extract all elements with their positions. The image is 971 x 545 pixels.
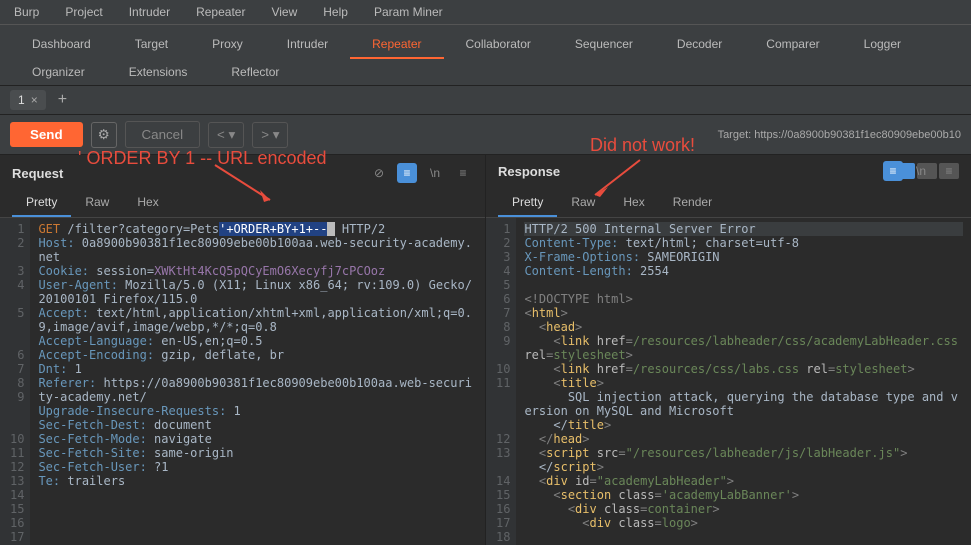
tab-extensions[interactable]: Extensions: [107, 59, 210, 85]
target-label: Target: https://0a8900b90381f1ec80909ebe…: [718, 129, 961, 141]
menu-help[interactable]: Help: [319, 2, 352, 22]
forward-button[interactable]: > ▾: [252, 122, 288, 148]
response-gutter: 123456789101112131415161718: [486, 218, 516, 545]
request-gutter: 1234567891011121314151617: [0, 218, 30, 545]
tab-collaborator[interactable]: Collaborator: [444, 31, 553, 59]
tab-logger[interactable]: Logger: [842, 31, 923, 59]
response-view-tabs: Pretty Raw Hex Render: [486, 189, 971, 218]
repeater-tab-1[interactable]: 1 ×: [10, 90, 46, 110]
repeater-subtabs: 1 × +: [0, 86, 971, 115]
request-pane: Request ⊘ ≡ \n ≡ Pretty Raw Hex 12345678…: [0, 155, 486, 545]
newline-icon[interactable]: \n: [911, 161, 931, 181]
tab-comparer[interactable]: Comparer: [744, 31, 841, 59]
menubar: Burp Project Intruder Repeater View Help…: [0, 0, 971, 25]
request-tab-pretty[interactable]: Pretty: [12, 189, 71, 217]
menu-project[interactable]: Project: [61, 2, 106, 22]
response-editor[interactable]: 123456789101112131415161718 HTTP/2 500 I…: [486, 218, 971, 545]
response-tab-hex[interactable]: Hex: [609, 189, 658, 217]
response-tab-render[interactable]: Render: [659, 189, 726, 217]
send-button[interactable]: Send: [10, 122, 83, 147]
response-tab-raw[interactable]: Raw: [557, 189, 609, 217]
menu-icon[interactable]: ≡: [453, 163, 473, 183]
response-tab-pretty[interactable]: Pretty: [498, 189, 557, 217]
menu-param-miner[interactable]: Param Miner: [370, 2, 447, 22]
request-title: Request: [12, 166, 63, 181]
request-code[interactable]: GET /filter?category=Pets'+ORDER+BY+1+--…: [30, 218, 485, 545]
main-tabbar: Dashboard Target Proxy Intruder Repeater…: [0, 25, 971, 86]
response-pane: Response ≡ \n ≡ Pretty Raw Hex Render 12…: [486, 155, 971, 545]
tab-dashboard[interactable]: Dashboard: [10, 31, 113, 59]
tab-target[interactable]: Target: [113, 31, 190, 59]
gear-icon[interactable]: ⚙: [91, 122, 117, 148]
equals-icon[interactable]: ≡: [397, 163, 417, 183]
tab-repeater[interactable]: Repeater: [350, 31, 443, 59]
add-tab-button[interactable]: +: [58, 91, 67, 109]
menu-icon[interactable]: ≡: [939, 161, 959, 181]
cancel-button[interactable]: Cancel: [125, 121, 201, 148]
request-tab-hex[interactable]: Hex: [123, 189, 172, 217]
back-button[interactable]: < ▾: [208, 122, 244, 148]
tab-intruder[interactable]: Intruder: [265, 31, 350, 59]
menu-view[interactable]: View: [267, 2, 301, 22]
tab-reflector[interactable]: Reflector: [209, 59, 301, 85]
toolbar: Send ⚙ Cancel < ▾ > ▾ Target: https://0a…: [0, 115, 971, 155]
menu-repeater[interactable]: Repeater: [192, 2, 249, 22]
request-view-tabs: Pretty Raw Hex: [0, 189, 485, 218]
tab-sequencer[interactable]: Sequencer: [553, 31, 655, 59]
response-code[interactable]: HTTP/2 500 Internal Server Error Content…: [516, 218, 971, 545]
request-tab-raw[interactable]: Raw: [71, 189, 123, 217]
equals-icon[interactable]: ≡: [883, 161, 903, 181]
repeater-tab-label: 1: [18, 93, 25, 107]
tab-organizer[interactable]: Organizer: [10, 59, 107, 85]
newline-icon[interactable]: \n: [425, 163, 445, 183]
menu-intruder[interactable]: Intruder: [125, 2, 174, 22]
close-icon[interactable]: ×: [31, 93, 38, 107]
hide-icon[interactable]: ⊘: [369, 163, 389, 183]
tab-decoder[interactable]: Decoder: [655, 31, 744, 59]
request-editor[interactable]: 1234567891011121314151617 GET /filter?ca…: [0, 218, 485, 545]
menu-burp[interactable]: Burp: [10, 2, 43, 22]
tab-proxy[interactable]: Proxy: [190, 31, 265, 59]
